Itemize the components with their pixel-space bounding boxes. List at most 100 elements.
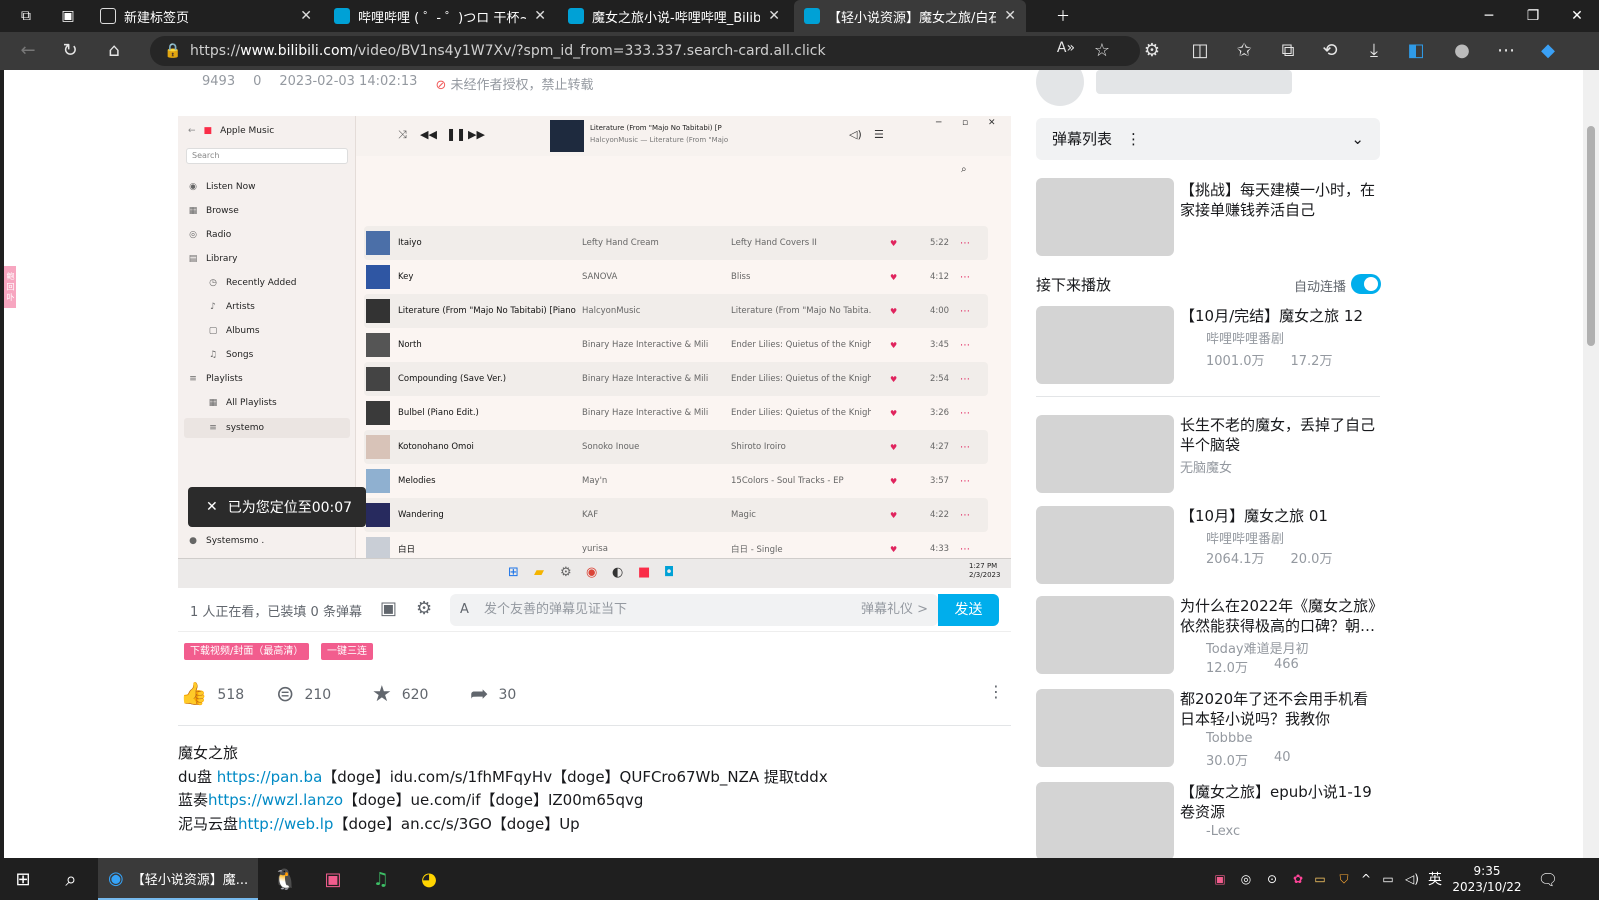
- extensions-icon[interactable]: ⚙: [1140, 40, 1164, 61]
- tray-folder-icon[interactable]: ▭: [1310, 858, 1330, 900]
- card-uploader[interactable]: Today难道是月初: [1206, 638, 1309, 657]
- favorite-star-icon[interactable]: ☆: [1090, 40, 1114, 61]
- more-horizontal-icon[interactable]: ⋯: [960, 442, 970, 453]
- video-thumbnail[interactable]: [1036, 415, 1174, 493]
- heart-icon[interactable]: ♥: [890, 273, 897, 282]
- video-thumbnail[interactable]: [1036, 782, 1174, 858]
- am-song-row[interactable]: North Binary Haze Interactive & Mili Ender…: [364, 328, 988, 362]
- tab-actions-icon[interactable]: ▣: [46, 0, 90, 32]
- heart-icon[interactable]: ♥: [890, 375, 897, 384]
- favorites-icon[interactable]: ✩: [1232, 40, 1256, 61]
- history-icon[interactable]: ⟲: [1318, 40, 1342, 61]
- bilibili-app-icon[interactable]: ▣: [310, 858, 356, 900]
- tray-chevron-icon[interactable]: ^: [1356, 858, 1376, 900]
- volume-icon[interactable]: ◁): [849, 128, 862, 141]
- close-icon[interactable]: ✕: [534, 8, 546, 24]
- more-horizontal-icon[interactable]: ⋯: [960, 272, 970, 283]
- more-horizontal-icon[interactable]: ⋯: [960, 306, 970, 317]
- network-icon[interactable]: ▭: [1378, 858, 1398, 900]
- heart-icon[interactable]: ♥: [890, 477, 897, 486]
- share-button[interactable]: ➦ 30: [470, 682, 516, 707]
- more-horizontal-icon[interactable]: ⋯: [960, 340, 970, 351]
- am-nav-recently-added[interactable]: ◷ Recently Added: [208, 278, 296, 288]
- volume-icon[interactable]: ◁): [1402, 858, 1422, 900]
- clock[interactable]: 9:35 2023/10/22: [1450, 858, 1524, 900]
- next-icon[interactable]: ▶▶: [468, 128, 485, 141]
- am-nav-playlists[interactable]: ≡ Playlists: [188, 374, 242, 384]
- desc-link[interactable]: https://wwzl.lanzo: [208, 791, 343, 809]
- collections-icon[interactable]: ⧉: [1276, 40, 1300, 61]
- workspaces-icon[interactable]: ⧉: [4, 0, 48, 32]
- card-title[interactable]: 【10月】魔女之旅 01: [1180, 506, 1380, 526]
- send-button[interactable]: 发送: [938, 594, 999, 626]
- search-icon[interactable]: ⌕: [48, 858, 94, 900]
- heart-icon[interactable]: ♥: [890, 341, 897, 350]
- card-title[interactable]: 都2020年了还不会用手机看日本轻小说吗？我教你: [1180, 689, 1380, 729]
- back-icon[interactable]: ←: [16, 40, 40, 61]
- chevron-down-icon[interactable]: ⌄: [1351, 118, 1364, 160]
- tray-steam-icon[interactable]: ◎: [1236, 858, 1256, 900]
- card-uploader[interactable]: 哔哩哔哩番剧: [1206, 528, 1284, 547]
- close-icon[interactable]: ✕: [206, 499, 218, 515]
- new-tab-button[interactable]: ＋: [1040, 0, 1086, 32]
- desc-link[interactable]: https://pan.ba: [217, 768, 322, 786]
- am-nav-listen-now[interactable]: ◉ Listen Now: [188, 182, 255, 192]
- more-horizontal-icon[interactable]: ⋯: [960, 374, 970, 385]
- recommend-card[interactable]: 都2020年了还不会用手机看日本轻小说吗？我教你 Tobbbe 30.0万 40: [1036, 689, 1380, 769]
- profile-avatar-icon[interactable]: ●: [1450, 40, 1474, 61]
- am-song-row[interactable]: Literature (From "Majo No Tabitabi) [Pia…: [364, 294, 988, 328]
- danmaku-settings-icon[interactable]: ⚙: [416, 598, 432, 619]
- am-close-icon[interactable]: ✕: [988, 118, 996, 128]
- previous-icon[interactable]: ◀◀: [420, 128, 437, 141]
- am-song-row[interactable]: Kotonohano Omoi Sonoko Inoue Shiroto Iroir…: [364, 430, 988, 464]
- heart-icon[interactable]: ♥: [890, 545, 897, 554]
- shuffle-icon[interactable]: ⤨: [398, 128, 407, 142]
- favorite-button[interactable]: ★ 620: [372, 682, 428, 707]
- tab-search[interactable]: 魔女之旅小说-哔哩哔哩_Bilibili ✕: [558, 0, 790, 32]
- qq-icon[interactable]: 🐧: [262, 858, 308, 900]
- danmaku-list-panel[interactable]: 弹幕列表 ⋮ ⌄: [1036, 118, 1380, 160]
- am-song-row[interactable]: Wandering KAF Magic ♥ 4:22 ⋯: [364, 498, 988, 532]
- more-horizontal-icon[interactable]: ⋯: [960, 510, 970, 521]
- side-float-tab[interactable]: 鲍 回 卟: [4, 266, 16, 308]
- card-title[interactable]: 【挑战】每天建模一小时，在家接单赚钱养活自己: [1180, 180, 1380, 220]
- video-thumbnail[interactable]: [1036, 506, 1174, 584]
- card-title[interactable]: 【魔女之旅】epub小说1-19卷资源: [1180, 782, 1380, 822]
- more-button[interactable]: ⋮: [988, 682, 1004, 701]
- close-window-button[interactable]: ✕: [1554, 0, 1599, 32]
- close-icon[interactable]: ✕: [1004, 8, 1016, 24]
- more-horizontal-icon[interactable]: ⋯: [960, 544, 970, 555]
- recommend-card[interactable]: 【魔女之旅】epub小说1-19卷资源 -Lexc: [1036, 782, 1380, 858]
- ime-indicator[interactable]: 英: [1424, 858, 1446, 900]
- downloads-icon[interactable]: ⤓: [1362, 40, 1386, 61]
- am-song-row[interactable]: Key SANOVA Bliss ♥ 4:12 ⋯: [364, 260, 988, 294]
- am-song-row[interactable]: Itaiyo Lefty Hand Cream Lefty Hand Covers …: [364, 226, 988, 260]
- am-nav-albums[interactable]: ▢ Albums: [208, 326, 260, 336]
- up-avatar[interactable]: [1036, 70, 1084, 106]
- card-title[interactable]: 【10月/完结】魔女之旅 12: [1180, 306, 1380, 326]
- card-uploader[interactable]: 无脑魔女: [1180, 457, 1232, 476]
- recommend-card[interactable]: 【10月/完结】魔女之旅 12 哔哩哔哩番剧 1001.0万 17.2万: [1036, 306, 1380, 386]
- ad-card[interactable]: 【挑战】每天建模一小时，在家接单赚钱养活自己: [1036, 178, 1380, 258]
- danmaku-toggle-icon[interactable]: ▣: [380, 598, 397, 619]
- card-uploader[interactable]: 哔哩哔哩番剧: [1206, 328, 1284, 347]
- tray-shield-icon[interactable]: ⛉: [1334, 858, 1354, 900]
- url-input[interactable]: 🔒 https://www.bilibili.com/video/BV1ns4y…: [150, 36, 1140, 66]
- recommend-card[interactable]: 【10月】魔女之旅 01 哔哩哔哩番剧 2064.1万 20.0万: [1036, 506, 1380, 586]
- heart-icon[interactable]: ♥: [890, 511, 897, 520]
- am-search-icon[interactable]: ⌕: [961, 164, 967, 175]
- card-title[interactable]: 长生不老的魔女，丢掉了自己半个脑袋: [1180, 415, 1380, 455]
- edge-bar-icon[interactable]: ◧: [1404, 40, 1428, 61]
- more-horizontal-icon[interactable]: ⋯: [960, 408, 970, 419]
- like-button[interactable]: 👍 518: [180, 682, 244, 707]
- triple-action-button[interactable]: 一键三连: [321, 643, 373, 660]
- split-screen-icon[interactable]: ◫: [1188, 40, 1212, 61]
- maximize-button[interactable]: ❐: [1510, 0, 1556, 32]
- more-vertical-icon[interactable]: ⋮: [1126, 130, 1141, 148]
- tray-flower-icon[interactable]: ✿: [1288, 858, 1308, 900]
- video-thumbnail[interactable]: [1036, 178, 1174, 256]
- font-style-icon[interactable]: A: [460, 594, 469, 626]
- danmaku-input[interactable]: A 发个友善的弹幕见证当下 弹幕礼仪 >: [450, 594, 938, 626]
- am-minimize-icon[interactable]: ─: [936, 118, 941, 128]
- close-icon[interactable]: ✕: [300, 8, 312, 24]
